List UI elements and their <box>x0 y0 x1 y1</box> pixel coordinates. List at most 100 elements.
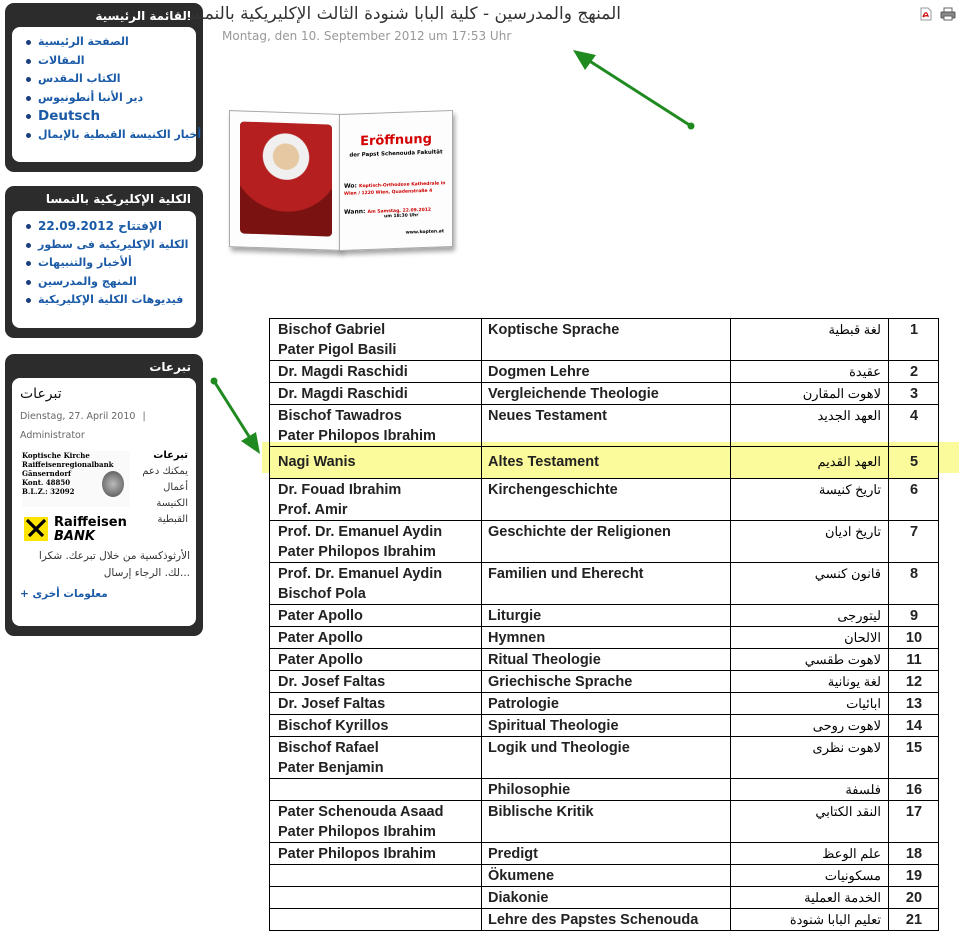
row-number-cell: 20 <box>888 886 939 909</box>
subject-cell: Dogmen Lehre <box>481 360 731 383</box>
arabic-subject-cell: لاهوت طقسي <box>730 648 889 671</box>
menu-item-curriculum[interactable]: المنهج والمدرسين <box>26 273 190 292</box>
subject-cell: Familien und Eherecht <box>481 562 731 605</box>
lecturer-cell: Pater Apollo <box>269 648 482 671</box>
article-date: Montag, den 10. September 2012 um 17:53 … <box>222 29 512 43</box>
lecturer-name: Bischof Pola <box>278 586 366 602</box>
row-number-cell: 16 <box>888 778 939 801</box>
lecturer-cell: Prof. Dr. Emanuel Aydin Bischof Pola <box>269 562 482 605</box>
lecturer-name: Pater Benjamin <box>278 760 384 776</box>
opening-flyer-image: Eröffnung der Papst Schenouda Fakultät W… <box>227 110 455 253</box>
menu-item-home[interactable]: الصفحة الرئيسية <box>26 33 190 52</box>
donations-side-line: القبطية <box>157 514 188 525</box>
row-number-cell: 11 <box>888 648 939 671</box>
lecturer-name: Bischof Rafael <box>278 740 379 756</box>
flyer-wo-text: Koptisch-Orthodoxe Kathedrale in Wien / … <box>344 181 446 197</box>
donations-side-title: تبرعات <box>153 450 188 461</box>
table-row: Pater Apollo Hymnen الالحان 10 <box>269 626 939 649</box>
arabic-subject-cell: العهد الجديد <box>730 404 889 447</box>
menu-item-bible[interactable]: الكتاب المقدس <box>26 70 190 89</box>
table-row: Dr. Josef Faltas Patrologie ابائيات 13 <box>269 692 939 715</box>
subject-cell: Philosophie <box>481 778 731 801</box>
arrow-to-title <box>573 50 695 130</box>
donations-text-line: الأرثوذكسية من خلال تبرعك. شكرا <box>38 550 190 562</box>
menu-item-college-videos[interactable]: فيديوهات الكلية الإكليريكية <box>26 291 190 310</box>
subject-cell: Geschichte der Religionen <box>481 520 731 563</box>
raiffeisen-word: Raiffeisen <box>54 515 127 530</box>
lecturer-name: Bischof Gabriel <box>278 322 386 338</box>
pdf-icon[interactable] <box>920 6 932 21</box>
arabic-subject-cell: العهد القديم <box>730 446 889 479</box>
subject-cell: Lehre des Papstes Schenouda <box>481 908 731 931</box>
lecturer-cell: Pater Schenouda Asaad Pater Philopos Ibra… <box>269 800 482 843</box>
arabic-subject-cell: لاهوت نظرى <box>730 736 889 779</box>
menu-item-college-news[interactable]: ألأخبار والتنبيهات <box>26 254 190 273</box>
pope-portrait-image <box>240 121 332 237</box>
bank-account-card: Koptische Kirche Raiffeisenregionalbank … <box>22 451 130 507</box>
arabic-subject-cell: تعليم البابا شنودة <box>730 908 889 931</box>
lecturer-name: Prof. Amir <box>278 502 348 518</box>
menu-item-opening[interactable]: الإفتتاح 22.09.2012 <box>26 217 190 236</box>
row-number-cell: 13 <box>888 692 939 715</box>
arabic-subject-cell: ابائيات <box>730 692 889 715</box>
row-number-cell: 1 <box>888 318 939 361</box>
menu-item-monastery[interactable]: دير الأنبا أنطونيوس <box>26 89 190 108</box>
lecturer-name: Dr. Josef Faltas <box>278 696 386 712</box>
row-number-cell: 21 <box>888 908 939 931</box>
curriculum-table-body: Bischof Gabriel Pater Pigol Basili Koptisc… <box>269 318 939 931</box>
arabic-subject-cell: قانون كنسي <box>730 562 889 605</box>
college-menu-body: الإفتتاح 22.09.2012 الكلية الإكليريكية ف… <box>12 211 196 328</box>
lecturer-cell <box>269 908 482 931</box>
lecturer-cell <box>269 886 482 909</box>
donations-side-line: أعمال <box>163 482 188 493</box>
lecturer-name: Dr. Magdi Raschidi <box>278 386 408 402</box>
menu-item-deutsch[interactable]: Deutsch <box>26 107 190 126</box>
table-row: Pater Apollo Ritual Theologie لاهوت طقسي 11 <box>269 648 939 671</box>
table-row: Diakonie الخدمة العملية 20 <box>269 886 939 909</box>
arabic-subject-cell: لاهوت روحى <box>730 714 889 737</box>
subject-cell: Biblische Kritik <box>481 800 731 843</box>
row-number-cell: 12 <box>888 670 939 693</box>
subject-cell: Hymnen <box>481 626 731 649</box>
subject-cell: Ökumene <box>481 864 731 887</box>
row-number-cell: 15 <box>888 736 939 779</box>
flyer-location: Wo: Koptisch-Orthodoxe Kathedrale in Wie… <box>344 179 452 197</box>
lecturer-cell: Bischof Rafael Pater Benjamin <box>269 736 482 779</box>
main-menu-list: الصفحة الرئيسية المقالات الكتاب المقدس د… <box>12 27 201 145</box>
donations-date: Dienstag, 27. April 2010 <box>20 411 136 422</box>
row-number-cell: 14 <box>888 714 939 737</box>
lecturer-name: Pater Philopos Ibrahim <box>278 846 436 862</box>
donations-module: تبرعات تبرعات Dienstag, 27. April 2010 |… <box>5 354 203 636</box>
donations-text-line: ...لك. الرجاء إرسال <box>103 567 190 579</box>
lecturer-name: Pater Philopos Ibrahim <box>278 824 436 840</box>
menu-item-news-email[interactable]: أخبار الكنيسة القبطية بالإيمال <box>26 126 201 145</box>
lecturer-name: Bischof Kyrillos <box>278 718 389 734</box>
book-left-page <box>229 110 341 251</box>
arabic-subject-cell: الالحان <box>730 626 889 649</box>
lecturer-name: Prof. Dr. Emanuel Aydin <box>278 524 443 540</box>
row-number-cell: 3 <box>888 382 939 405</box>
menu-item-articles[interactable]: المقالات <box>26 52 190 71</box>
row-number-cell: 7 <box>888 520 939 563</box>
article-title[interactable]: المنهج والمدرسين - كلية البابا شنودة الث… <box>184 4 621 24</box>
read-more-link[interactable]: معلومات أخرى + <box>20 588 108 600</box>
arabic-subject-cell: علم الوعظ <box>730 842 889 865</box>
donations-meta: Dienstag, 27. April 2010 | <box>20 411 146 422</box>
lecturer-cell <box>269 864 482 887</box>
menu-item-college-overview[interactable]: الكلية الإكليريكية فى سطور <box>26 236 190 255</box>
subject-cell: Patrologie <box>481 692 731 715</box>
arabic-subject-cell: تاريخ كنيسة <box>730 478 889 521</box>
subject-cell: Vergleichende Theologie <box>481 382 731 405</box>
donations-heading[interactable]: تبرعات <box>20 386 62 402</box>
arabic-subject-cell: مسكونيات <box>730 864 889 887</box>
table-row: Prof. Dr. Emanuel Aydin Pater Philopos Ib… <box>269 520 939 563</box>
donations-text: الأرثوذكسية من خلال تبرعك. شكرا ...لك. ا… <box>20 548 190 582</box>
lecturer-cell: Bischof Gabriel Pater Pigol Basili <box>269 318 482 361</box>
arabic-subject-cell: الخدمة العملية <box>730 886 889 909</box>
row-number-cell: 10 <box>888 626 939 649</box>
college-menu-title: الكلية الإكليريكية بالنمسا <box>45 192 191 206</box>
lecturer-name: Pater Apollo <box>278 608 363 624</box>
print-icon[interactable] <box>940 6 956 21</box>
arabic-subject-cell: تاريخ اديان <box>730 520 889 563</box>
bank-card-line: Raiffeisenregionalbank <box>22 460 114 469</box>
